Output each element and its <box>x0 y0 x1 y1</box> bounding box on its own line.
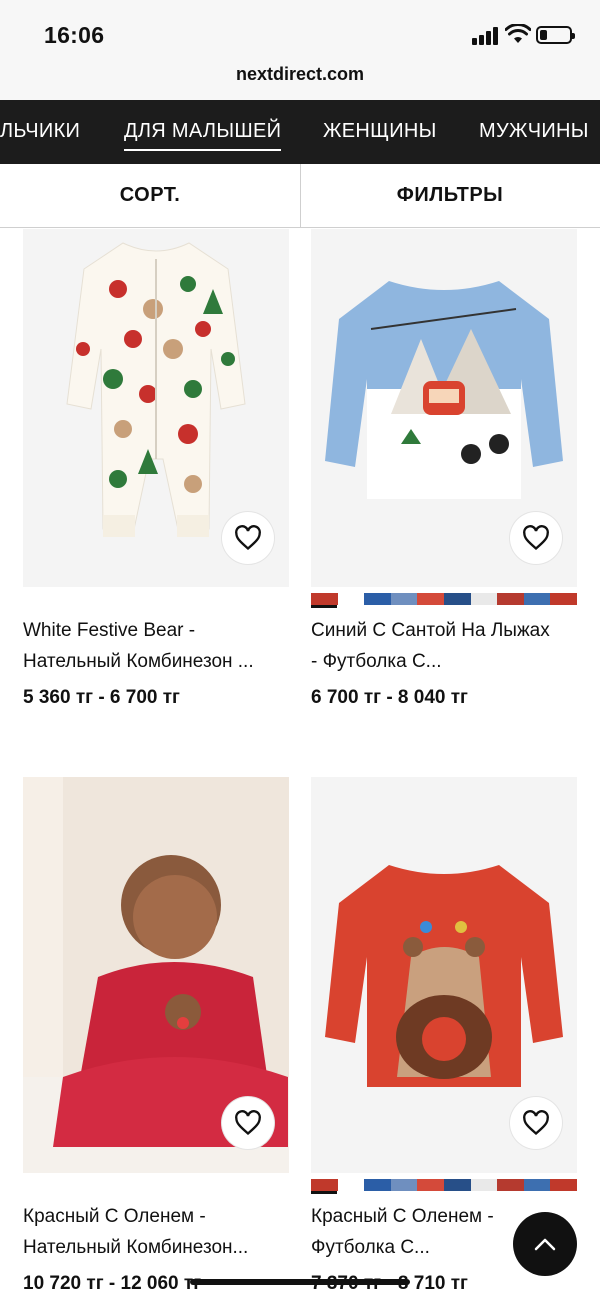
product-title-line2: Нательный Комбинезон ... <box>23 651 254 672</box>
home-indicator <box>190 1279 410 1285</box>
product-title[interactable]: Красный С Оленем - Нательный Комбинезон..… <box>23 1201 303 1263</box>
product-price: 6 700 тг - 8 040 тг <box>311 687 468 708</box>
nav-item-baby[interactable]: ДЛЯ МАЛЫШЕЙ <box>124 120 282 151</box>
product-card[interactable]: White Festive Bear - Нательный Комбинезон… <box>23 229 289 729</box>
selected-swatch-indicator <box>311 605 337 608</box>
status-bar: 16:06 <box>0 0 600 62</box>
product-card[interactable]: Красный С Оленем - Нательный Комбинезон..… <box>23 777 289 1297</box>
selected-swatch-indicator <box>311 1191 337 1194</box>
wishlist-button[interactable] <box>510 1097 562 1149</box>
chevron-up-icon <box>534 1238 556 1251</box>
battery-icon <box>536 26 575 44</box>
product-image-reindeer-dress[interactable] <box>23 777 289 1173</box>
nav-item-boys[interactable]: ЛЬЧИКИ <box>0 120 80 143</box>
product-title-line1: Красный С Оленем - <box>23 1206 206 1227</box>
wishlist-button[interactable] <box>510 512 562 564</box>
filter-button[interactable]: ФИЛЬТРЫ <box>300 164 600 228</box>
url-text: nextdirect.com <box>235 64 365 84</box>
wishlist-button[interactable] <box>222 1097 274 1149</box>
battery-level <box>540 30 547 40</box>
nav-item-men[interactable]: МУЖЧИНЫ <box>479 120 589 143</box>
color-swatches[interactable] <box>311 593 577 605</box>
heart-icon <box>235 1110 261 1136</box>
product-card[interactable]: Синий С Сантой На Лыжах - Футболка С... 6… <box>311 229 577 729</box>
heart-icon <box>235 525 261 551</box>
product-title-line1: Синий С Сантой На Лыжах <box>311 620 550 641</box>
product-title-line1: White Festive Bear - <box>23 620 196 641</box>
product-title-line2: Нательный Комбинезон... <box>23 1237 249 1258</box>
category-nav: ЛЬЧИКИ ДЛЯ МАЛЫШЕЙ ЖЕНЩИНЫ МУЖЧИНЫ <box>0 100 600 164</box>
nav-item-women[interactable]: ЖЕНЩИНЫ <box>323 120 437 143</box>
wishlist-button[interactable] <box>222 512 274 564</box>
product-image-reindeer-tshirt[interactable] <box>311 777 577 1173</box>
product-image-ski-lift-tshirt[interactable] <box>311 229 577 587</box>
product-title[interactable]: White Festive Bear - Нательный Комбинезон… <box>23 615 303 677</box>
status-time: 16:06 <box>44 22 105 48</box>
product-title-line2: - Футболка С... <box>311 651 442 672</box>
sort-button[interactable]: СОРТ. <box>0 164 300 228</box>
url-bar[interactable]: nextdirect.com <box>0 62 600 100</box>
product-price: 5 360 тг - 6 700 тг <box>23 687 180 708</box>
scroll-to-top-button[interactable] <box>513 1212 577 1276</box>
sort-filter-bar: СОРТ. ФИЛЬТРЫ <box>0 164 600 228</box>
heart-icon <box>523 1110 549 1136</box>
wifi-icon <box>505 24 531 43</box>
cellular-signal-icon <box>472 27 500 45</box>
product-title[interactable]: Синий С Сантой На Лыжах - Футболка С... <box>311 615 591 677</box>
product-price: 10 720 тг - 12 060 тг <box>23 1273 202 1294</box>
heart-icon <box>523 525 549 551</box>
product-image-festive-bear[interactable] <box>23 229 289 587</box>
color-swatches[interactable] <box>311 1179 577 1191</box>
